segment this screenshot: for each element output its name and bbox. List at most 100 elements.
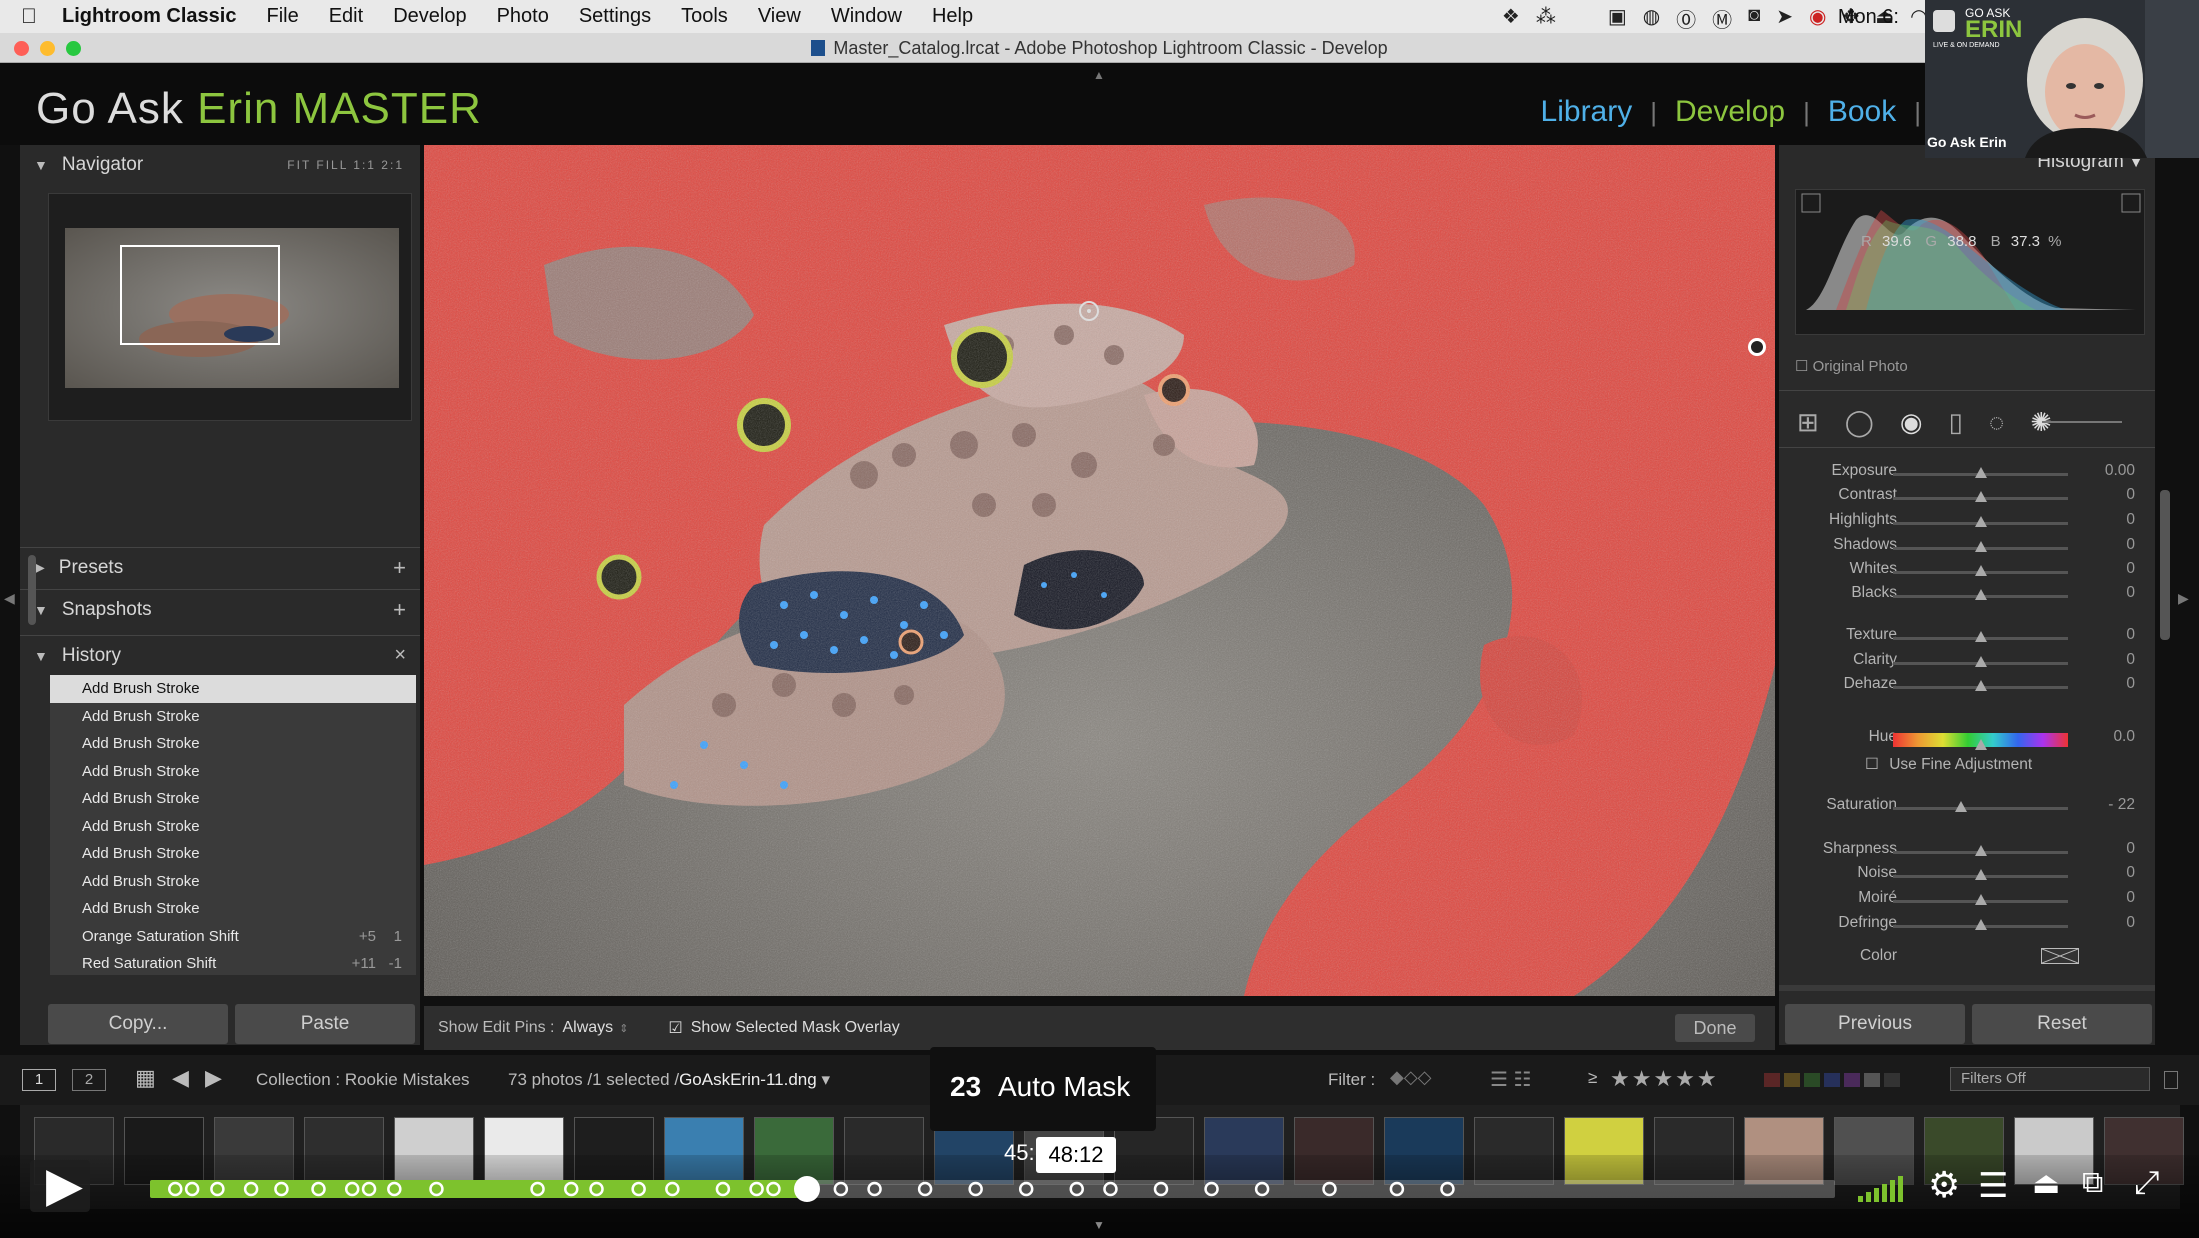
airplay-icon[interactable]: ⏏ [2032,1166,2060,1201]
chapter-marker[interactable] [1153,1181,1169,1197]
paste-button[interactable]: Paste [235,1004,415,1044]
snapshots-header[interactable]: ▼ Snapshots + [20,589,420,629]
slider-thumb[interactable] [1974,656,1987,667]
slider-value[interactable]: 0 [2085,914,2135,932]
color-swatch[interactable] [2041,948,2079,964]
menu-photo[interactable]: Photo [482,5,564,28]
slider-track[interactable] [1893,565,2068,576]
grid-view-icon[interactable]: ▦ [135,1065,156,1091]
mask-overlay-checkbox[interactable]: ☑ [668,1018,682,1038]
color-label-filters[interactable] [1764,1073,1900,1087]
slider-value[interactable]: 0 [2085,486,2135,504]
graduated-filter-icon[interactable]: ▯ [1949,407,1963,438]
chapter-marker[interactable] [589,1181,604,1197]
slider-track[interactable] [1893,801,2068,812]
slider-track[interactable] [1893,541,2068,552]
chapter-marker[interactable] [243,1181,259,1197]
apple-icon[interactable]:  [0,5,40,29]
volume-bars-icon[interactable] [1858,1172,1903,1202]
chapter-marker[interactable] [833,1181,849,1197]
done-button[interactable]: Done [1675,1014,1755,1042]
chapter-marker[interactable] [429,1181,444,1197]
chapter-marker[interactable] [1103,1181,1118,1197]
photo-count[interactable]: 73 photos /1 selected /GoAskErin-11.dng … [508,1070,830,1090]
presets-header[interactable]: ▶ Presets + [20,547,420,587]
slider-track[interactable] [1893,845,2068,856]
chapter-marker[interactable] [210,1181,225,1197]
sync-icon[interactable]: ⁂ [1536,4,1556,33]
slider-track[interactable] [1893,869,2068,880]
m-icon[interactable]: Ⓜ [1712,4,1732,33]
picture-in-picture-icon[interactable]: ⧉ [2082,1166,2103,1200]
original-photo-checkbox[interactable]: ☐ [1795,358,1808,375]
slider-value[interactable]: 0 [2085,889,2135,907]
chapter-marker[interactable] [1069,1181,1084,1197]
menu-view[interactable]: View [743,5,816,28]
chapter-marker[interactable] [1018,1181,1034,1197]
slider-value[interactable]: 0 [2085,584,2135,602]
chapter-marker[interactable] [311,1181,326,1197]
slider-thumb[interactable] [1974,589,1987,600]
record-icon[interactable]: ◉ [1809,4,1826,33]
right-panel-toggle-icon[interactable]: ▶ [2178,590,2189,607]
slider-thumb[interactable] [1974,516,1987,527]
fine-adjust-row[interactable]: ☐ Use Fine Adjustment [1865,755,2032,774]
slider-thumb[interactable] [1974,631,1987,642]
1password-icon[interactable]: ⓪ [1676,4,1696,33]
slider-value[interactable]: 0.0 [2085,728,2135,746]
chapter-marker[interactable] [1254,1181,1270,1197]
main-window-button[interactable]: 1 [22,1069,56,1091]
history-item[interactable]: Add Brush Stroke [50,675,416,703]
module-library[interactable]: Library [1541,95,1633,129]
chapter-marker[interactable] [631,1181,646,1197]
histogram-graph[interactable] [1795,189,2145,335]
history-item[interactable]: Add Brush Stroke [50,895,416,923]
slider-track[interactable] [1893,656,2068,667]
chapter-marker[interactable] [530,1181,545,1197]
chapter-marker[interactable] [1322,1181,1337,1197]
slider-value[interactable]: 0 [2085,840,2135,858]
flag-filter-icons[interactable]: ◆◇◇ [1390,1067,1432,1088]
slider-track[interactable] [1893,516,2068,527]
bottom-panel-toggle-icon[interactable]: ▼ [1093,1218,1105,1232]
chapter-marker[interactable] [1440,1181,1455,1197]
slider-value[interactable]: - 22 [2085,796,2135,814]
rating-stars[interactable]: ★★★★★ [1610,1066,1719,1092]
slider-value[interactable]: 0 [2085,511,2135,529]
clock[interactable]: Mon 6: [1838,6,1899,29]
chapter-marker[interactable] [715,1181,731,1197]
menu-tools[interactable]: Tools [666,5,743,28]
slider-thumb[interactable] [1974,894,1987,905]
pick-filter-icons[interactable]: ☰ ☷ [1490,1067,1531,1092]
cc-icon[interactable]: ◍ [1643,4,1660,33]
slider-track[interactable] [1893,680,2068,691]
play-icon[interactable]: ▶ [46,1160,83,1212]
chapter-marker[interactable] [387,1181,402,1197]
history-header[interactable]: ▼ History × [20,635,420,675]
navigator-header[interactable]: ▼ Navigator FIT FILL 1:1 2:1 [20,145,420,185]
slider-track[interactable] [1893,733,2068,750]
chapter-marker[interactable] [168,1181,183,1197]
slider-track[interactable] [1893,589,2068,600]
navigator-preview[interactable] [48,193,412,421]
history-item[interactable]: Red Saturation Shift +11 -1 [50,950,416,975]
menu-app-name[interactable]: Lightroom Classic [40,5,251,28]
slider-track[interactable] [1893,467,2068,478]
left-panel-scrollbar[interactable] [28,555,36,625]
history-item[interactable]: Orange Saturation Shift +5 1 [50,923,416,951]
slider-thumb[interactable] [1974,680,1987,691]
menu-help[interactable]: Help [917,5,988,28]
slider-thumb[interactable] [1974,467,1987,478]
minimize-window-icon[interactable] [40,41,55,56]
zoom-window-icon[interactable] [66,41,81,56]
chapter-marker[interactable] [917,1181,933,1197]
forward-icon[interactable]: ➤ [1776,4,1793,33]
filters-off-select[interactable]: Filters Off [1950,1067,2150,1091]
slider-thumb[interactable] [1974,869,1987,880]
show-edit-pins-select[interactable]: Always [563,1019,614,1037]
chapter-marker[interactable] [184,1181,200,1197]
chapter-marker[interactable] [968,1181,983,1197]
history-item[interactable]: Add Brush Stroke [50,813,416,841]
close-window-icon[interactable] [14,41,29,56]
add-preset-icon[interactable]: + [393,555,406,581]
